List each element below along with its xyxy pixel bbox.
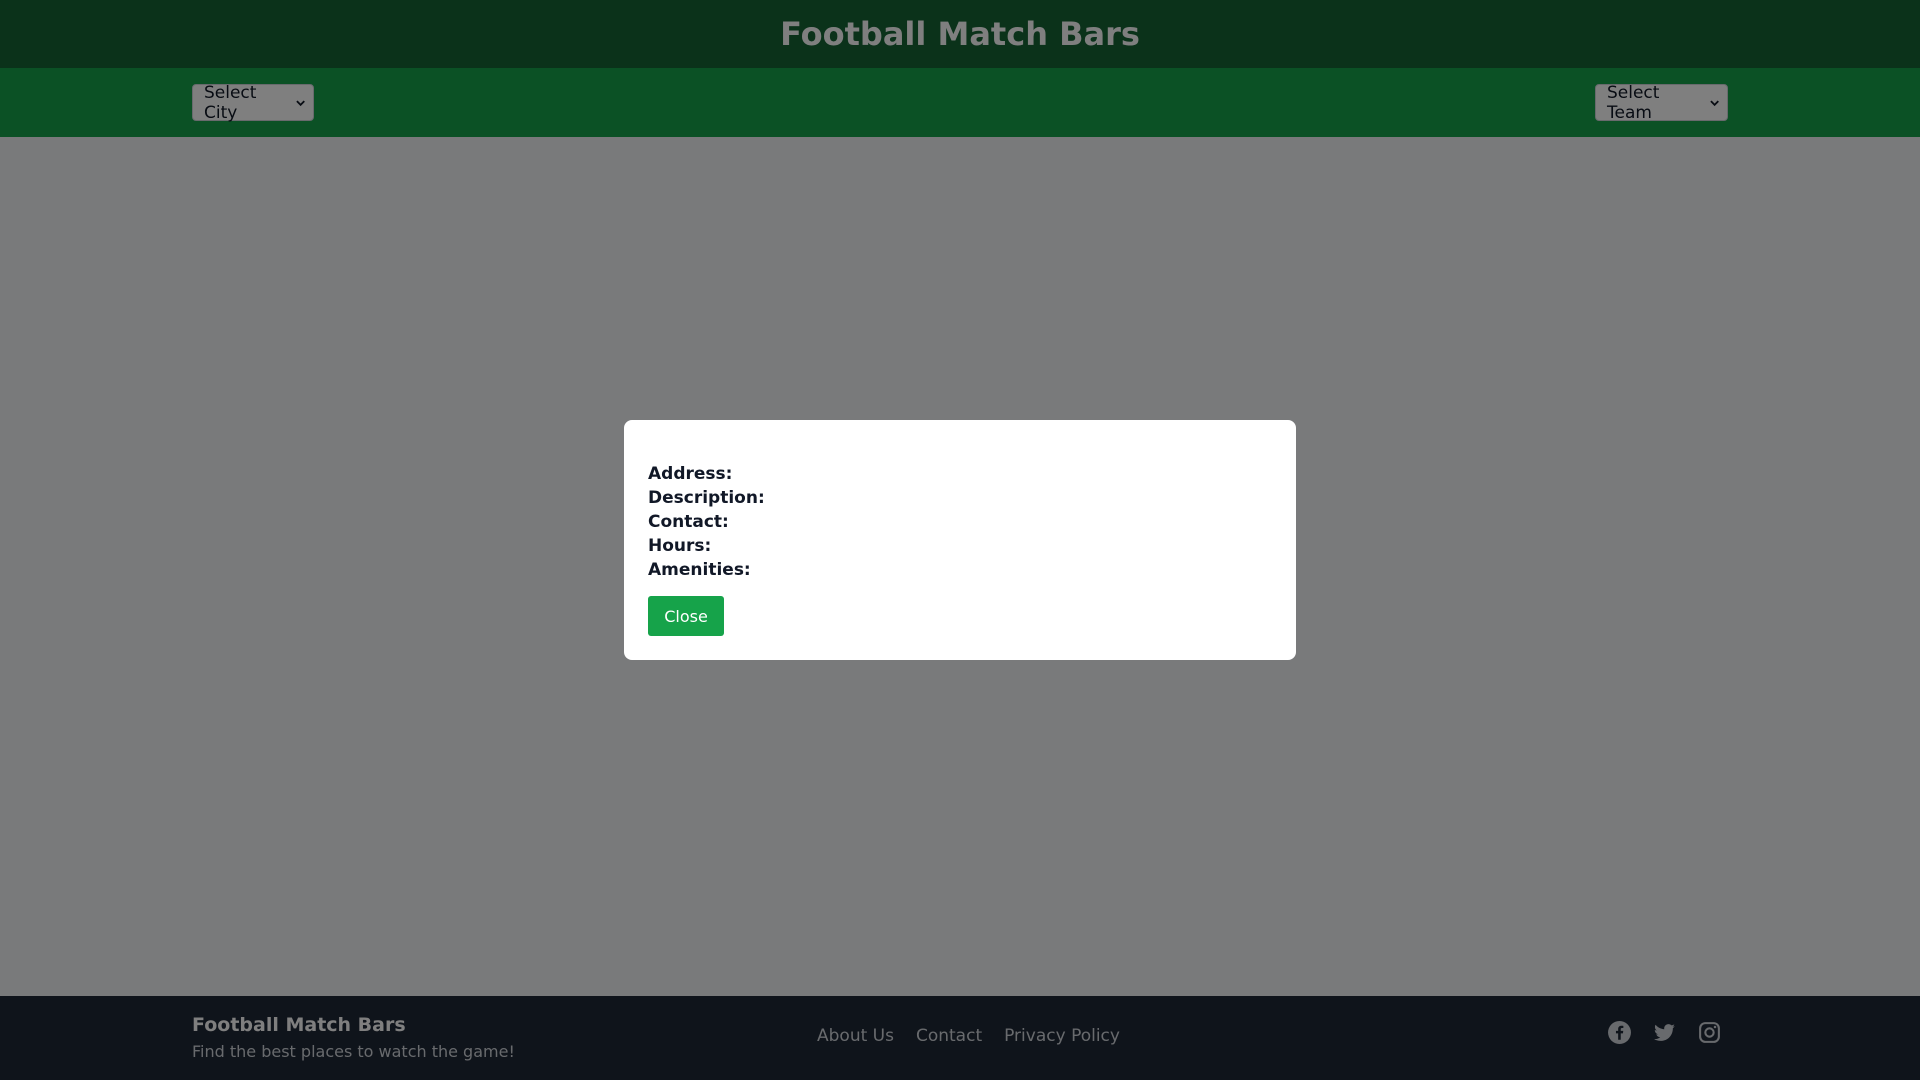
contact-row: Contact: [648,510,1272,534]
description-label: Description: [648,488,765,508]
address-label: Address: [648,464,733,484]
address-row: Address: [648,462,1272,486]
amenities-row: Amenities: [648,558,1272,582]
description-row: Description: [648,486,1272,510]
hours-label: Hours: [648,536,712,556]
page: Football Match Bars Select City Select T… [0,0,1920,1080]
close-button[interactable]: Close [648,596,724,636]
hours-row: Hours: [648,534,1272,558]
contact-label: Contact: [648,512,729,532]
amenities-label: Amenities: [648,560,751,580]
bar-details-modal: Address: Description: Contact: Hours: Am… [624,420,1296,660]
